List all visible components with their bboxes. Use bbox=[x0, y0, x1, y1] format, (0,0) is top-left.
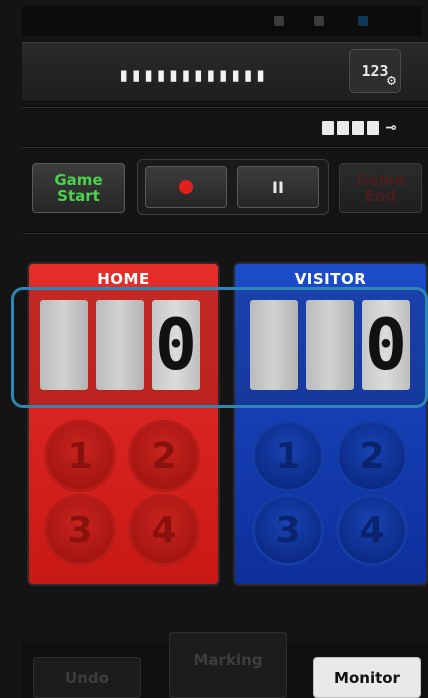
home-point-2-button[interactable]: 2 bbox=[128, 420, 200, 492]
divider bbox=[22, 146, 428, 148]
counter-display: ▮▮▮▮▮▮▮▮▮▮▮▮ bbox=[118, 64, 268, 86]
visitor-point-1-button[interactable]: 1 bbox=[252, 420, 324, 492]
game-end-button[interactable]: Game End bbox=[339, 163, 422, 213]
game-end-label: Game End bbox=[356, 171, 405, 205]
visitor-label: VISITOR bbox=[294, 270, 367, 288]
undo-button[interactable]: Undo bbox=[33, 657, 141, 698]
home-point-1-button[interactable]: 1 bbox=[44, 420, 116, 492]
record-icon bbox=[179, 180, 193, 194]
visitor-point-4-button[interactable]: 4 bbox=[336, 494, 408, 566]
monitor-button[interactable]: Monitor bbox=[313, 657, 421, 698]
battery-plug-icon: ⊸ bbox=[322, 120, 397, 136]
pause-icon: II bbox=[272, 177, 284, 197]
record-button[interactable] bbox=[145, 166, 227, 208]
visitor-point-3-button[interactable]: 3 bbox=[252, 494, 324, 566]
home-label: HOME bbox=[97, 270, 150, 288]
counter-settings-button[interactable]: 123 ⚙ bbox=[349, 49, 401, 93]
counter-settings-label: 123 bbox=[361, 62, 389, 80]
divider bbox=[22, 232, 428, 234]
game-start-label: Game Start bbox=[54, 171, 103, 205]
status-bar bbox=[22, 6, 422, 36]
score-highlight-frame bbox=[11, 287, 428, 408]
pause-button[interactable]: II bbox=[237, 166, 319, 208]
game-start-button[interactable]: Game Start bbox=[32, 163, 125, 213]
visitor-point-2-button[interactable]: 2 bbox=[336, 420, 408, 492]
status-indicator bbox=[274, 16, 284, 26]
status-indicator bbox=[358, 16, 368, 26]
home-point-3-button[interactable]: 3 bbox=[44, 494, 116, 566]
gear-icon: ⚙ bbox=[386, 71, 396, 89]
status-indicator bbox=[314, 16, 324, 26]
marking-button[interactable]: Marking bbox=[169, 632, 287, 698]
divider bbox=[22, 106, 428, 108]
home-point-4-button[interactable]: 4 bbox=[128, 494, 200, 566]
